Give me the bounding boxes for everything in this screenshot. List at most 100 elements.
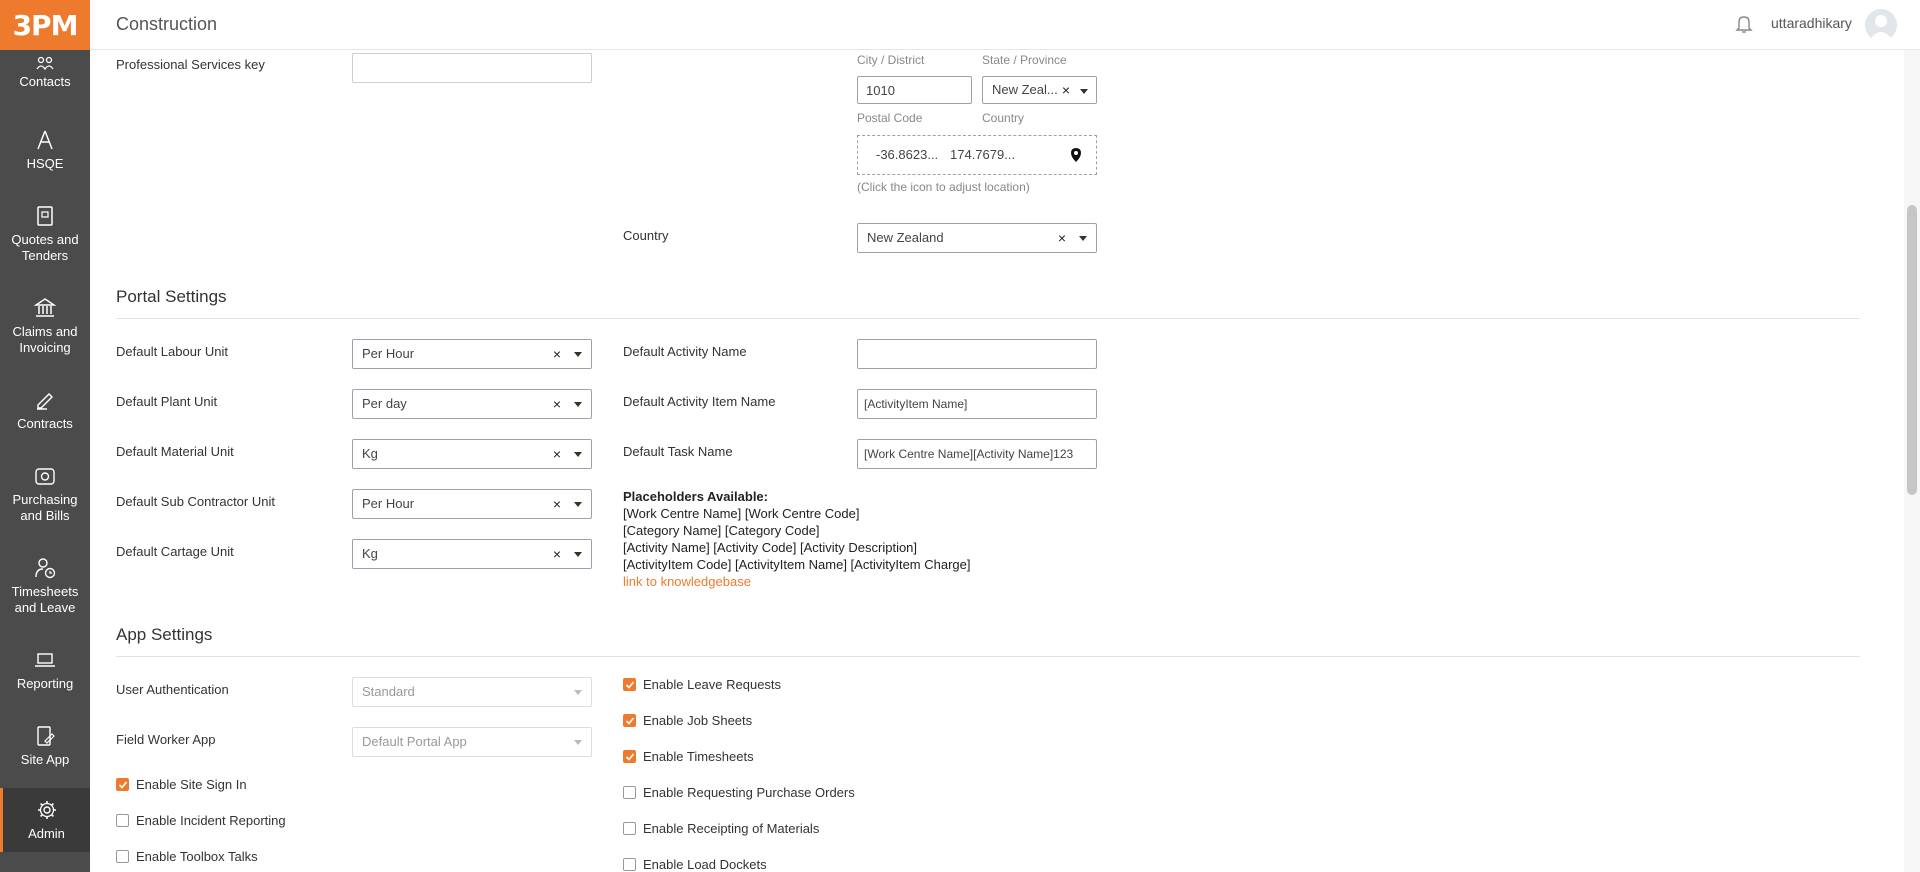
knowledgebase-link[interactable]: link to knowledgebase	[623, 573, 970, 590]
placeholders-heading: Placeholders Available:	[623, 489, 768, 504]
check-icon[interactable]	[116, 778, 129, 791]
clear-icon[interactable]: ×	[553, 396, 561, 412]
contacts-icon	[33, 54, 57, 72]
gear-icon	[35, 798, 59, 822]
clear-icon[interactable]: ×	[553, 346, 561, 362]
placeholder-line: [Category Name] [Category Code]	[623, 523, 820, 538]
page-title: Construction	[116, 14, 218, 34]
checkbox-box[interactable]	[623, 822, 636, 835]
latitude-value: -36.8623...	[876, 147, 939, 162]
app-logo[interactable]: 3PM	[0, 0, 90, 50]
chevron-down-icon[interactable]	[574, 502, 582, 507]
postal-code-input[interactable]: 1010	[857, 76, 972, 104]
placeholder-line: [Work Centre Name] [Work Centre Code]	[623, 506, 860, 521]
subcontractor-unit-label: Default Sub Contractor Unit	[116, 494, 275, 509]
labour-unit-select[interactable]: Per Hour ×	[352, 339, 592, 369]
clear-icon[interactable]: ×	[1062, 82, 1070, 98]
sidebar-item-reporting[interactable]: Reporting	[0, 648, 90, 698]
checkbox-label: Enable Job Sheets	[643, 713, 753, 728]
bell-icon[interactable]	[1735, 14, 1753, 37]
check-icon[interactable]	[623, 714, 636, 727]
enable-site-sign-in-checkbox[interactable]: Enable Site Sign In	[116, 777, 247, 792]
checkbox-label: Enable Leave Requests	[643, 677, 782, 692]
username[interactable]: uttaradhikary	[1771, 15, 1852, 31]
checkbox-box[interactable]	[116, 814, 129, 827]
subcontractor-unit-select[interactable]: Per Hour ×	[352, 489, 592, 519]
country-select[interactable]: New Zealand ×	[857, 223, 1097, 253]
geo-location-box[interactable]: -36.8623... 174.7679...	[857, 135, 1097, 175]
chevron-down-icon[interactable]	[574, 552, 582, 557]
chevron-down-icon[interactable]	[574, 740, 582, 745]
country-small-label: Country	[982, 111, 1025, 125]
checkbox-box[interactable]	[116, 850, 129, 863]
activity-item-label: Default Activity Item Name	[623, 394, 776, 409]
enable-load-dockets-checkbox[interactable]: Enable Load Dockets	[623, 857, 767, 872]
state-select[interactable]: New Zeal... ×	[982, 76, 1097, 104]
sidebar-item-site-app[interactable]: Site App	[0, 724, 90, 774]
activity-item-input[interactable]: [ActivityItem Name]	[857, 389, 1097, 419]
placeholders-help: Placeholders Available: [Work Centre Nam…	[623, 488, 970, 590]
quotes-icon	[33, 204, 57, 228]
clear-icon[interactable]: ×	[553, 546, 561, 562]
clear-icon[interactable]: ×	[553, 446, 561, 462]
chevron-down-icon[interactable]	[1080, 89, 1088, 94]
labour-unit-label: Default Labour Unit	[116, 344, 229, 359]
avatar[interactable]	[1865, 9, 1897, 41]
timesheet-icon	[33, 556, 57, 580]
sidebar-item-label: Purchasing and Bills	[12, 492, 78, 523]
map-pin-icon[interactable]	[1070, 147, 1082, 166]
plant-unit-select[interactable]: Per day ×	[352, 389, 592, 419]
sidebar-item-label: Quotes and Tenders	[11, 232, 79, 263]
sidebar-item-purchasing[interactable]: Purchasing and Bills	[0, 464, 90, 530]
professional-services-input[interactable]	[352, 53, 592, 83]
user-auth-select[interactable]: Standard	[352, 677, 592, 707]
clear-icon[interactable]: ×	[553, 496, 561, 512]
chevron-down-icon[interactable]	[574, 690, 582, 695]
sidebar-item-quotes[interactable]: Quotes and Tenders	[0, 204, 90, 270]
sidebar-item-label: Timesheets and Leave	[11, 584, 79, 615]
checkbox-box[interactable]	[623, 858, 636, 871]
scrollbar-thumb[interactable]	[1907, 205, 1917, 495]
chevron-down-icon[interactable]	[574, 452, 582, 457]
check-icon[interactable]	[623, 750, 636, 763]
check-icon[interactable]	[623, 678, 636, 691]
activity-name-input[interactable]	[857, 339, 1097, 369]
country-select-value: New Zealand	[867, 230, 944, 245]
checkbox-label: Enable Requesting Purchase Orders	[643, 785, 855, 800]
clear-icon[interactable]: ×	[1058, 230, 1066, 246]
chevron-down-icon[interactable]	[574, 352, 582, 357]
sidebar-item-claims[interactable]: Claims and Invoicing	[0, 296, 90, 362]
user-auth-label: User Authentication	[116, 682, 229, 697]
sidebar-item-label: Reporting	[16, 676, 74, 691]
field-app-select[interactable]: Default Portal App	[352, 727, 592, 757]
cartage-unit-select[interactable]: Kg ×	[352, 539, 592, 569]
enable-timesheets-checkbox[interactable]: Enable Timesheets	[623, 749, 754, 764]
enable-toolbox-talks-checkbox[interactable]: Enable Toolbox Talks	[116, 849, 258, 864]
enable-requesting-purchase-orders-checkbox[interactable]: Enable Requesting Purchase Orders	[623, 785, 855, 800]
sidebar-item-contacts[interactable]: Contacts	[0, 54, 90, 102]
enable-job-sheets-checkbox[interactable]: Enable Job Sheets	[623, 713, 752, 728]
task-name-input[interactable]: [Work Centre Name][Activity Name]123	[857, 439, 1097, 469]
enable-leave-requests-checkbox[interactable]: Enable Leave Requests	[623, 677, 781, 692]
state-label: State / Province	[982, 53, 1067, 67]
material-unit-select[interactable]: Kg ×	[352, 439, 592, 469]
sidebar-item-admin[interactable]: Admin	[0, 788, 90, 852]
longitude-value: 174.7679...	[950, 147, 1016, 162]
chevron-down-icon[interactable]	[1079, 236, 1087, 241]
chevron-down-icon[interactable]	[574, 402, 582, 407]
sidebar-item-contracts[interactable]: Contracts	[0, 388, 90, 438]
checkbox-label: Enable Site Sign In	[136, 777, 247, 792]
task-name-label: Default Task Name	[623, 444, 733, 459]
sidebar: 3PM Contacts HSQE Quotes and Tenders Cla…	[0, 0, 90, 872]
checkbox-box[interactable]	[623, 786, 636, 799]
activity-name-label: Default Activity Name	[623, 344, 747, 359]
enable-incident-reporting-checkbox[interactable]: Enable Incident Reporting	[116, 813, 286, 828]
country-label: Country	[623, 228, 669, 243]
enable-receipting-of-materials-checkbox[interactable]: Enable Receipting of Materials	[623, 821, 819, 836]
sidebar-item-timesheets[interactable]: Timesheets and Leave	[0, 556, 90, 622]
sidebar-item-hsqe[interactable]: HSQE	[0, 128, 90, 178]
sidebar-item-label: Admin	[28, 826, 65, 841]
pen-icon	[33, 388, 57, 412]
field-app-label: Field Worker App	[116, 732, 216, 747]
sidebar-item-label: Claims and Invoicing	[12, 324, 78, 355]
